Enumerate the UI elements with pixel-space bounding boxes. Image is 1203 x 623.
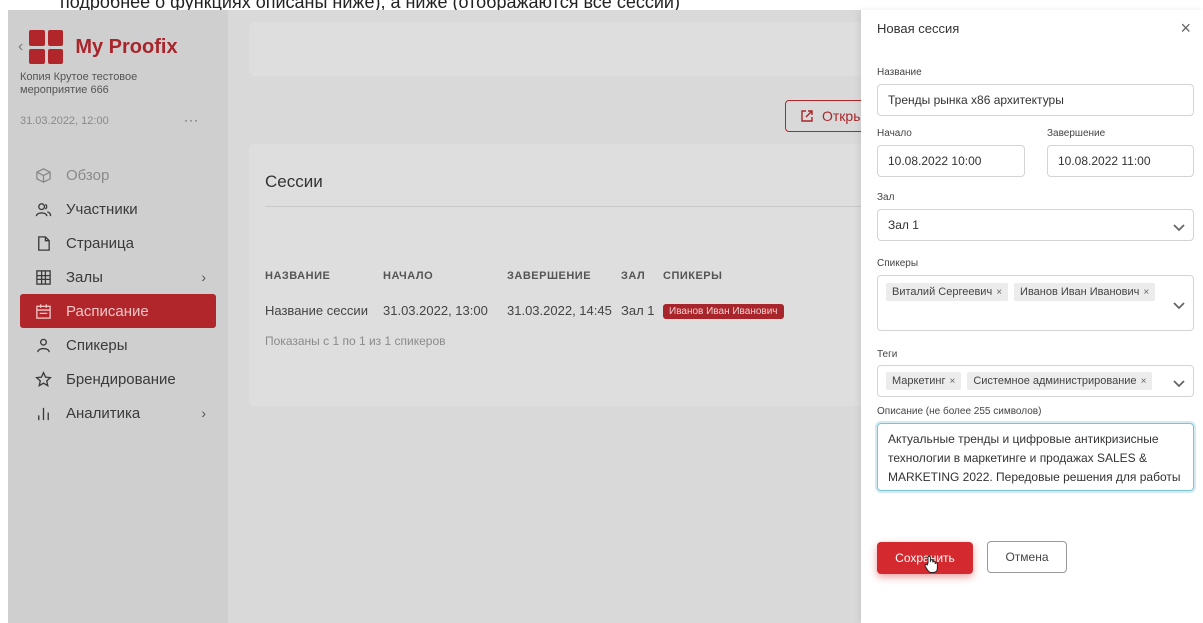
app-title: My Proofix — [75, 35, 178, 58]
chevron-down-icon — [1173, 299, 1185, 310]
sidebar-item-label: Залы — [66, 268, 103, 286]
sidebar-item-halls[interactable]: Залы › — [20, 260, 216, 294]
header-card — [249, 22, 861, 76]
file-icon — [34, 234, 52, 252]
sidebar-nav: Обзор Участники Страница Залы › Расписан… — [20, 158, 216, 430]
chevron-down-icon — [1173, 377, 1185, 388]
chevron-right-icon: › — [201, 405, 206, 421]
hand-cursor-icon — [924, 555, 938, 573]
table-header: НАЗВАНИЕ НАЧАЛО ЗАВЕРШЕНИЕ ЗАЛ СПИКЕРЫ — [265, 270, 861, 282]
app-background: ‹ My Proofix Копия Крутое тестовое мероп… — [8, 10, 861, 623]
column-header-speakers: СПИКЕРЫ — [663, 270, 723, 282]
cell-session-name: Название сессии — [265, 303, 368, 318]
tag-chip: Системное администрирование × — [967, 372, 1153, 390]
hall-label: Зал — [877, 192, 895, 203]
hall-select-value: Зал 1 — [888, 218, 919, 232]
sidebar-item-branding[interactable]: Брендирование — [20, 362, 216, 396]
table-row[interactable]: Название сессии 31.03.2022, 13:00 31.03.… — [265, 302, 861, 319]
chevron-down-icon — [1173, 221, 1185, 232]
remove-icon[interactable]: × — [1143, 287, 1149, 298]
name-field-value: Тренды рынка x86 архитектуры — [888, 93, 1064, 107]
panel-title: Новая сессия — [877, 21, 960, 36]
speakers-label: Спикеры — [877, 258, 919, 269]
end-field-value: 10.08.2022 11:00 — [1058, 154, 1151, 168]
sidebar-item-analytics[interactable]: Аналитика › — [20, 396, 216, 430]
hall-select[interactable]: Зал 1 — [877, 209, 1194, 241]
speaker-badge: Иванов Иван Иванович — [663, 304, 784, 319]
sidebar-item-speakers[interactable]: Спикеры — [20, 328, 216, 362]
chevron-right-icon: › — [201, 269, 206, 285]
event-more-icon[interactable]: ··· — [184, 113, 199, 127]
external-link-icon — [801, 110, 813, 122]
tag-chip: Маркетинг × — [886, 372, 962, 390]
cell-start: 31.03.2022, 13:00 — [383, 303, 488, 318]
open-button[interactable]: Откры — [785, 100, 861, 132]
end-field[interactable]: 10.08.2022 11:00 — [1047, 145, 1194, 177]
top-caption-strip: подробнее о функциях описаны ниже), а ни… — [0, 0, 1203, 10]
column-header-start: НАЧАЛО — [383, 270, 434, 282]
speakers-multiselect[interactable]: Виталий Сергеевич × Иванов Иван Иванович × — [877, 275, 1194, 331]
remove-icon[interactable]: × — [996, 287, 1002, 298]
speaker-tag: Виталий Сергеевич × — [886, 283, 1009, 301]
speaker-tag: Иванов Иван Иванович × — [1014, 283, 1156, 301]
sidebar-item-label: Брендирование — [66, 370, 176, 388]
event-date: 31.03.2022, 12:00 — [20, 115, 109, 127]
sidebar-item-label: Участники — [66, 200, 138, 218]
sidebar-item-label: Спикеры — [66, 336, 128, 354]
remove-icon[interactable]: × — [949, 376, 955, 387]
start-field-value: 10.08.2022 10:00 — [888, 154, 982, 168]
top-caption-text: подробнее о функциях описаны ниже), а ни… — [60, 0, 680, 10]
cell-end: 31.03.2022, 14:45 — [507, 303, 612, 318]
sidebar-item-schedule[interactable]: Расписание — [20, 294, 216, 328]
sidebar: ‹ My Proofix Копия Крутое тестовое мероп… — [8, 10, 228, 623]
column-header-name: НАЗВАНИЕ — [265, 270, 331, 282]
sidebar-item-label: Обзор — [66, 166, 110, 184]
sessions-card: Сессии НАЗВАНИЕ НАЧАЛО ЗАВЕРШЕНИЕ ЗАЛ СП… — [249, 144, 861, 406]
sidebar-item-overview[interactable]: Обзор — [20, 158, 216, 192]
sidebar-item-label: Аналитика — [66, 404, 141, 422]
calendar-icon — [34, 302, 52, 320]
remove-icon[interactable]: × — [1141, 376, 1147, 387]
tags-multiselect[interactable]: Маркетинг × Системное администрирование × — [877, 365, 1194, 397]
end-label: Завершение — [1047, 128, 1106, 139]
logo-row: ‹ My Proofix — [18, 30, 178, 64]
cell-hall: Зал 1 — [621, 303, 655, 318]
name-field[interactable]: Тренды рынка x86 архитектуры — [877, 84, 1194, 116]
user-icon — [34, 336, 52, 354]
new-session-panel: Новая сессия × Название Тренды рынка x86… — [861, 10, 1203, 623]
sessions-title: Сессии — [265, 172, 323, 191]
description-label: Описание (не более 255 символов) — [877, 406, 1042, 417]
column-header-hall: ЗАЛ — [621, 270, 646, 282]
description-textarea[interactable]: Актуальные тренды и цифровые антикризисн… — [877, 423, 1194, 491]
grid-icon — [34, 268, 52, 286]
sidebar-item-label: Страница — [66, 234, 134, 252]
start-label: Начало — [877, 128, 912, 139]
name-label: Название — [877, 67, 922, 78]
star-icon — [34, 370, 52, 388]
users-icon — [34, 200, 52, 218]
cube-icon — [34, 166, 52, 184]
sidebar-item-label: Расписание — [66, 302, 149, 320]
cancel-button[interactable]: Отмена — [987, 541, 1067, 573]
open-button-label: Откры — [822, 108, 861, 124]
sidebar-item-participants[interactable]: Участники — [20, 192, 216, 226]
back-chevron-icon[interactable]: ‹ — [18, 38, 23, 56]
column-header-end: ЗАВЕРШЕНИЕ — [507, 270, 592, 282]
bars-icon — [34, 404, 52, 422]
divider — [265, 206, 861, 207]
tags-label: Теги — [877, 349, 898, 360]
event-name: Копия Крутое тестовое мероприятие 666 — [20, 71, 138, 96]
sidebar-item-page[interactable]: Страница — [20, 226, 216, 260]
pagination-info: Показаны с 1 по 1 из 1 спикеров — [265, 334, 446, 348]
logo-icon — [29, 30, 64, 64]
close-icon[interactable]: × — [1180, 18, 1191, 39]
start-field[interactable]: 10.08.2022 10:00 — [877, 145, 1025, 177]
